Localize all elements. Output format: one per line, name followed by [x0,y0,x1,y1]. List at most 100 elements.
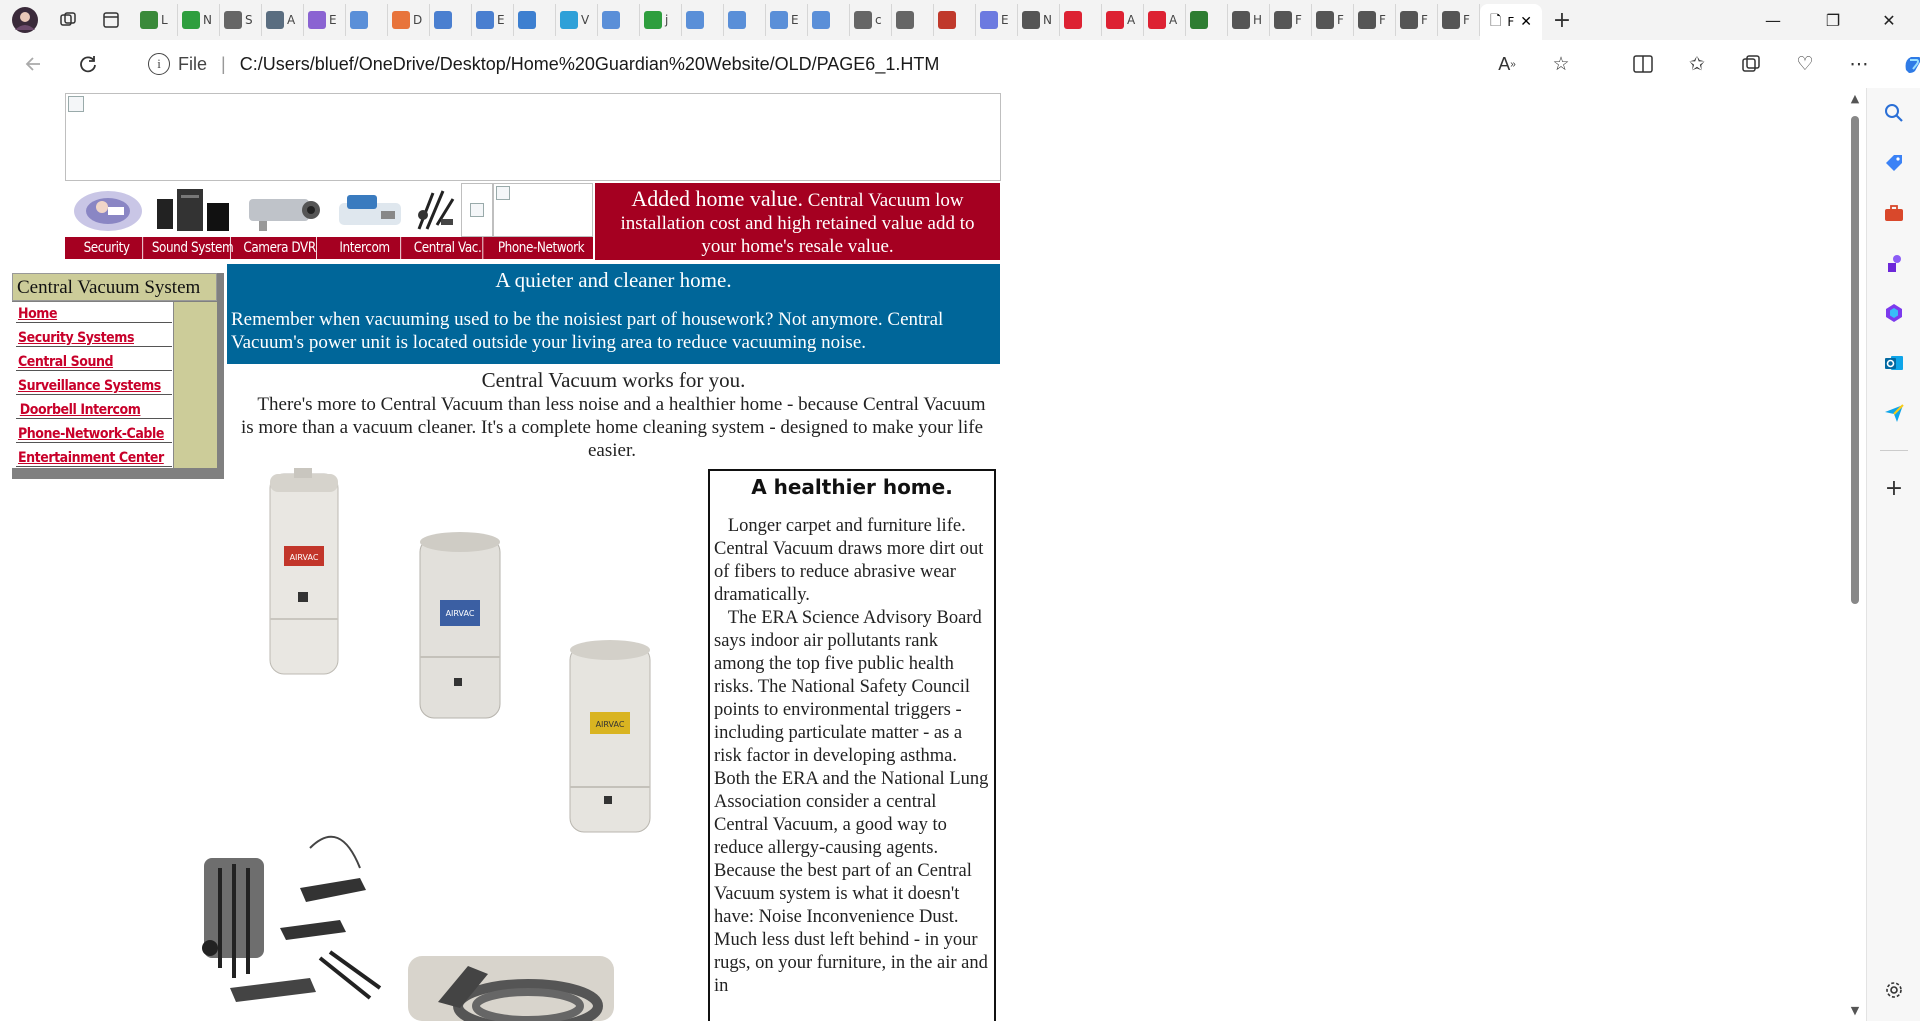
sidebar-settings-gear-icon[interactable] [1867,965,1920,1015]
favorite-star-icon[interactable]: ☆ [1534,46,1588,82]
collapsed-tab[interactable]: A [1102,4,1144,36]
collapsed-tab[interactable]: F [1438,4,1480,36]
collapsed-tab[interactable] [598,4,640,36]
page-scrollbar[interactable]: ▲ ▼ [1846,92,1864,1017]
collapsed-tab[interactable] [808,4,850,36]
split-screen-icon[interactable] [1616,46,1670,82]
collapsed-tab[interactable]: j [640,4,682,36]
send-icon[interactable] [1867,388,1920,438]
nav-phone-network[interactable]: Phone-Network [496,237,585,259]
shopping-tag-icon[interactable] [1867,138,1920,188]
security-photo-icon[interactable] [65,183,149,237]
vacuum-unit-photo-2: AIRVAC [419,532,501,719]
sound-system-photo-icon[interactable] [149,183,237,237]
games-icon[interactable] [1867,238,1920,288]
tab-favicon-icon [938,11,956,29]
collapsed-tab[interactable]: V [556,4,598,36]
refresh-button[interactable] [66,42,110,86]
menu-phone-network-cable[interactable]: Phone-Network-Cable [16,422,172,443]
healthier-text: Longer carpet and furniture life. Centra… [710,499,994,998]
collapsed-tab[interactable]: D [388,4,430,36]
minimize-button[interactable]: — [1746,0,1800,40]
collapsed-tab[interactable]: E [304,4,346,36]
collapsed-tab[interactable]: F [1396,4,1438,36]
collapsed-tab[interactable]: N [1018,4,1060,36]
scrollbar-thumb[interactable] [1851,116,1859,604]
favorites-icon[interactable]: ✩ [1670,46,1724,82]
collapsed-tab[interactable] [892,4,934,36]
collapsed-tab[interactable]: A [262,4,304,36]
menu-entertainment-center[interactable]: Entertainment Center [16,446,172,467]
tab-actions-icon[interactable] [86,0,136,40]
info-icon[interactable]: i [148,53,170,75]
collapsed-tab[interactable]: F [1354,4,1396,36]
close-window-button[interactable]: ✕ [1862,0,1916,40]
collapsed-tab[interactable] [682,4,724,36]
vacuum-unit-photo-1: AIRVAC [269,468,339,675]
tab-favicon-icon [182,11,200,29]
collapsed-tab[interactable]: F [1312,4,1354,36]
tab-active[interactable]: 🗋 F ✕ [1480,4,1542,40]
tab-favicon-icon [728,11,746,29]
collapsed-tab[interactable]: N [178,4,220,36]
scroll-up-icon[interactable]: ▲ [1849,92,1861,105]
tab-strip: L N S A E D E Vj Ec E N A A H F F F F F 🗋 F ✕ + — ❐ ✕ [0,0,1920,40]
toolbar-right: A» ☆ ✩ ♡ ⋯ [1480,46,1920,82]
collapsed-tab[interactable]: S [220,4,262,36]
outlook-icon[interactable] [1867,338,1920,388]
intercom-photo-icon[interactable] [329,183,411,237]
browser-essentials-icon[interactable]: ♡ [1778,46,1832,82]
collapsed-tab[interactable]: F [1270,4,1312,36]
tab-favicon-icon [1064,11,1082,29]
copilot-icon[interactable] [1886,46,1920,82]
camera-dvr-photo-icon[interactable] [237,183,329,237]
scroll-down-icon[interactable]: ▼ [1849,1004,1861,1017]
menu-doorbell-intercom[interactable]: Doorbell Intercom [16,398,172,419]
nav-central-vac[interactable]: Central Vac. [413,237,484,259]
address-field[interactable]: i File | C:/Users/bluef/OneDrive/Desktop… [124,46,1594,82]
collapsed-tab[interactable] [346,4,388,36]
collapsed-tab[interactable]: E [472,4,514,36]
restore-button[interactable]: ❐ [1806,0,1860,40]
collections-icon[interactable] [1724,46,1778,82]
collapsed-tab[interactable]: c [850,4,892,36]
collapsed-tab[interactable]: L [136,4,178,36]
read-aloud-icon[interactable]: A» [1480,46,1534,82]
search-icon[interactable] [1867,88,1920,138]
collapsed-tab[interactable]: H [1228,4,1270,36]
collapsed-tab[interactable] [430,4,472,36]
collapsed-tab[interactable] [1186,4,1228,36]
tools-briefcase-icon[interactable] [1867,188,1920,238]
collapsed-tab[interactable]: E [976,4,1018,36]
menu-central-sound[interactable]: Central Sound [16,350,172,371]
new-tab-button[interactable]: + [1542,0,1582,40]
tab-favicon-icon [1022,11,1040,29]
collapsed-tab[interactable] [934,4,976,36]
tab-favicon-icon [140,11,158,29]
collapsed-tab[interactable]: E [766,4,808,36]
collapsed-tab[interactable] [514,4,556,36]
url-text[interactable]: C:/Users/bluef/OneDrive/Desktop/Home%20G… [240,54,940,75]
back-button[interactable] [12,42,56,86]
nav-camera-dvr[interactable]: Camera DVR [243,237,317,259]
nav-security[interactable]: Security [71,237,144,259]
nav-intercom[interactable]: Intercom [329,237,402,259]
microsoft-365-icon[interactable] [1867,288,1920,338]
vacuum-unit-photo-3: AIRVAC [569,640,651,833]
banner-image-broken [65,93,1001,181]
collapsed-tab[interactable]: A [1144,4,1186,36]
nav-sound-system[interactable]: Sound System [152,237,234,259]
menu-home[interactable]: Home [16,302,172,323]
collapsed-tab[interactable] [1060,4,1102,36]
settings-more-icon[interactable]: ⋯ [1832,46,1886,82]
category-nav: Security Sound System Camera DVR Interco… [65,237,593,259]
collapsed-tab[interactable] [724,4,766,36]
profile-avatar[interactable] [0,0,50,40]
menu-surveillance-systems[interactable]: Surveillance Systems [16,374,172,395]
central-vac-photo-icon[interactable] [411,183,461,237]
menu-security-systems[interactable]: Security Systems [16,326,172,347]
tab-close-icon[interactable]: ✕ [1520,14,1532,30]
workspaces-icon[interactable] [50,0,86,40]
tab-favicon-icon [518,11,536,29]
add-sidebar-app-icon[interactable]: + [1867,463,1920,513]
